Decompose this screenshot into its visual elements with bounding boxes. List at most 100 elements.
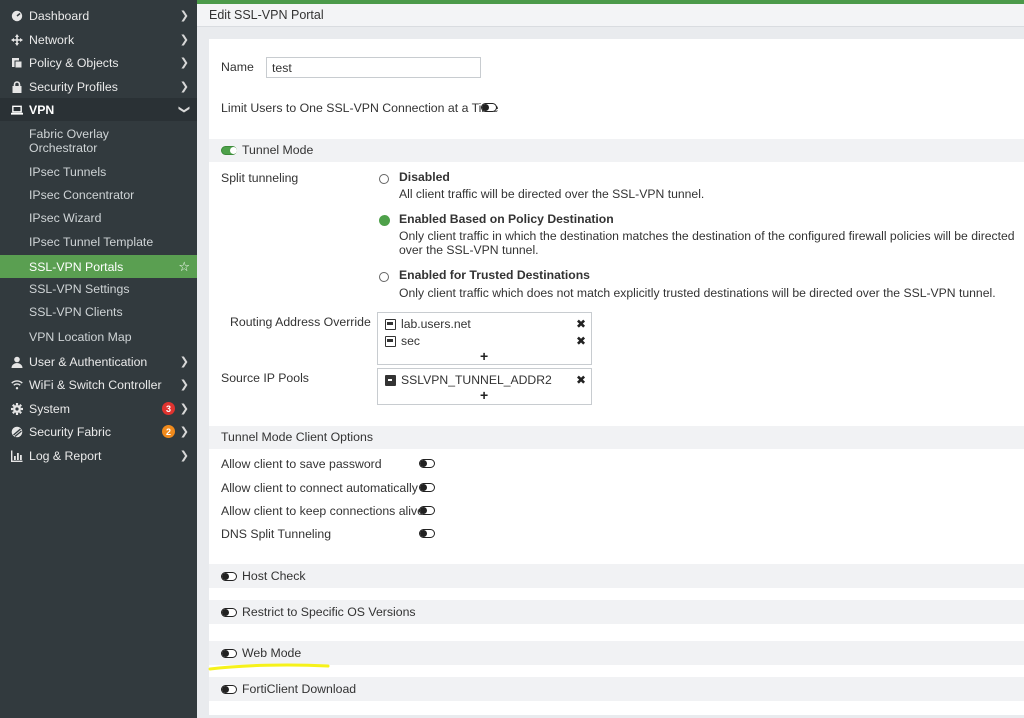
sub-label: SSL-VPN Clients bbox=[29, 305, 123, 319]
nav-label: Network bbox=[29, 32, 75, 47]
name-label: Name bbox=[221, 60, 254, 74]
restrict-os-toggle[interactable] bbox=[221, 608, 237, 617]
nav-item-log-report[interactable]: Log & Report ❯ bbox=[0, 444, 197, 467]
chevron-right-icon: ❯ bbox=[179, 10, 189, 22]
routing-override-label: Routing Address Override bbox=[230, 315, 371, 329]
nav-item-system[interactable]: System 3 ❯ bbox=[0, 397, 197, 420]
routing-entry-label: lab.users.net bbox=[401, 317, 471, 331]
lock-icon bbox=[11, 80, 23, 93]
sidebar: Dashboard ❯ Network ❯ Policy & Objects ❯… bbox=[0, 0, 197, 718]
star-icon[interactable]: ☆ bbox=[178, 259, 190, 274]
notification-badge: 2 bbox=[162, 425, 175, 438]
client-options-title: Tunnel Mode Client Options bbox=[221, 430, 373, 444]
sub-label: SSL-VPN Settings bbox=[29, 282, 130, 296]
dns-split-tunneling-toggle[interactable] bbox=[419, 529, 435, 538]
fabric-icon bbox=[11, 426, 23, 438]
section-label: Host Check bbox=[242, 569, 306, 583]
sub-label: VPN Location Map bbox=[29, 330, 132, 344]
host-check-section[interactable]: Host Check bbox=[209, 564, 1024, 588]
sidebar-item-fabric-overlay[interactable]: Fabric Overlay Orchestrator bbox=[0, 126, 197, 156]
nav-label: System bbox=[29, 401, 70, 416]
chevron-right-icon: ❯ bbox=[179, 57, 189, 69]
chart-icon bbox=[11, 450, 23, 462]
sub-label: Fabric Overlay Orchestrator bbox=[29, 127, 109, 155]
nav-label: Policy & Objects bbox=[29, 55, 119, 70]
host-check-toggle[interactable] bbox=[221, 572, 237, 581]
add-icon[interactable]: + bbox=[480, 387, 488, 403]
nav-item-security-fabric[interactable]: Security Fabric 2 ❯ bbox=[0, 420, 197, 443]
routing-address-list[interactable]: lab.users.net ✖ sec ✖ + bbox=[377, 312, 592, 365]
sidebar-item-ipsec-wizard[interactable]: IPsec Wizard bbox=[0, 208, 197, 228]
forticlient-download-section[interactable]: FortiClient Download bbox=[209, 677, 1024, 701]
sidebar-item-ipsec-tunnels[interactable]: IPsec Tunnels bbox=[0, 162, 197, 182]
sidebar-item-ipsec-tunnel-template[interactable]: IPsec Tunnel Template bbox=[0, 232, 197, 252]
nav-label: Security Profiles bbox=[29, 79, 118, 94]
split-option-desc: All client traffic will be directed over… bbox=[399, 187, 705, 201]
limit-users-label: Limit Users to One SSL-VPN Connection at… bbox=[221, 101, 499, 115]
remove-icon[interactable]: ✖ bbox=[576, 317, 586, 331]
split-option-desc: Only client traffic which does not match… bbox=[399, 286, 996, 300]
name-input[interactable] bbox=[266, 57, 481, 78]
nav-item-policy-objects[interactable]: Policy & Objects ❯ bbox=[0, 51, 197, 74]
add-icon[interactable]: + bbox=[480, 348, 488, 364]
highlight-annotation bbox=[208, 663, 330, 671]
sidebar-item-ssl-vpn-portals[interactable]: SSL-VPN Portals ☆ bbox=[0, 255, 197, 278]
web-mode-toggle[interactable] bbox=[221, 649, 237, 658]
split-option-trusted-radio[interactable] bbox=[379, 272, 389, 282]
nav-item-network[interactable]: Network ❯ bbox=[0, 28, 197, 51]
routing-entry-label: sec bbox=[401, 334, 420, 348]
network-icon bbox=[11, 33, 23, 46]
chevron-right-icon: ❯ bbox=[179, 356, 189, 368]
section-label: Web Mode bbox=[242, 646, 302, 660]
nav-label: WiFi & Switch Controller bbox=[29, 377, 162, 392]
forticlient-download-toggle[interactable] bbox=[221, 685, 237, 694]
restrict-os-section[interactable]: Restrict to Specific OS Versions bbox=[209, 600, 1024, 624]
client-option-label: DNS Split Tunneling bbox=[221, 527, 332, 541]
sidebar-item-ssl-vpn-clients[interactable]: SSL-VPN Clients bbox=[0, 302, 197, 322]
nav-item-dashboard[interactable]: Dashboard ❯ bbox=[0, 4, 197, 27]
split-option-title: Enabled for Trusted Destinations bbox=[399, 268, 590, 282]
user-icon bbox=[11, 356, 23, 368]
sidebar-item-vpn-location-map[interactable]: VPN Location Map bbox=[0, 327, 197, 347]
nav-label: VPN bbox=[29, 102, 55, 117]
connect-automatically-toggle[interactable] bbox=[419, 483, 435, 492]
split-option-disabled-radio[interactable] bbox=[379, 174, 389, 184]
remove-icon[interactable]: ✖ bbox=[576, 334, 586, 348]
chevron-right-icon: ❯ bbox=[179, 379, 189, 391]
nav-label: User & Authentication bbox=[29, 354, 148, 369]
edit-portal-form: Name Limit Users to One SSL-VPN Connecti… bbox=[209, 39, 1024, 715]
nav-item-security-profiles[interactable]: Security Profiles ❯ bbox=[0, 75, 197, 98]
sidebar-item-ssl-vpn-settings[interactable]: SSL-VPN Settings bbox=[0, 279, 197, 299]
source-ip-pools-list[interactable]: SSLVPN_TUNNEL_ADDR2 ✖ + bbox=[377, 368, 592, 405]
sub-label: IPsec Tunnels bbox=[29, 165, 107, 179]
notification-badge: 3 bbox=[162, 402, 175, 415]
tunnel-mode-toggle[interactable] bbox=[221, 146, 237, 155]
split-option-policy-radio[interactable] bbox=[379, 215, 390, 226]
split-option-title: Enabled Based on Policy Destination bbox=[399, 212, 614, 226]
gear-icon bbox=[11, 402, 23, 415]
client-option-label: Allow client to keep connections alive bbox=[221, 504, 425, 518]
nav-item-wifi-switch[interactable]: WiFi & Switch Controller ❯ bbox=[0, 373, 197, 396]
nav-label: Dashboard bbox=[29, 8, 90, 23]
client-option-label: Allow client to connect automatically bbox=[221, 481, 418, 495]
pool-entry: SSLVPN_TUNNEL_ADDR2 bbox=[385, 373, 552, 387]
policy-icon bbox=[11, 57, 23, 69]
keep-alive-toggle[interactable] bbox=[419, 506, 435, 515]
nav-item-vpn[interactable]: VPN ❯ bbox=[0, 98, 197, 121]
sub-label: IPsec Concentrator bbox=[29, 188, 135, 202]
remove-icon[interactable]: ✖ bbox=[576, 373, 586, 387]
source-ip-pools-label: Source IP Pools bbox=[221, 371, 309, 385]
sidebar-item-ipsec-concentrator[interactable]: IPsec Concentrator bbox=[0, 185, 197, 205]
split-tunneling-label: Split tunneling bbox=[221, 171, 299, 185]
laptop-icon bbox=[11, 104, 23, 116]
nav-label: Log & Report bbox=[29, 448, 102, 463]
chevron-right-icon: ❯ bbox=[179, 403, 189, 415]
save-password-toggle[interactable] bbox=[419, 459, 435, 468]
limit-users-toggle[interactable] bbox=[481, 103, 497, 112]
web-mode-section[interactable]: Web Mode bbox=[209, 641, 1024, 665]
nav-item-user-authentication[interactable]: User & Authentication ❯ bbox=[0, 350, 197, 373]
section-label: Restrict to Specific OS Versions bbox=[242, 605, 416, 619]
chevron-right-icon: ❯ bbox=[179, 81, 189, 93]
section-label: FortiClient Download bbox=[242, 682, 357, 696]
dashboard-icon bbox=[11, 10, 23, 22]
